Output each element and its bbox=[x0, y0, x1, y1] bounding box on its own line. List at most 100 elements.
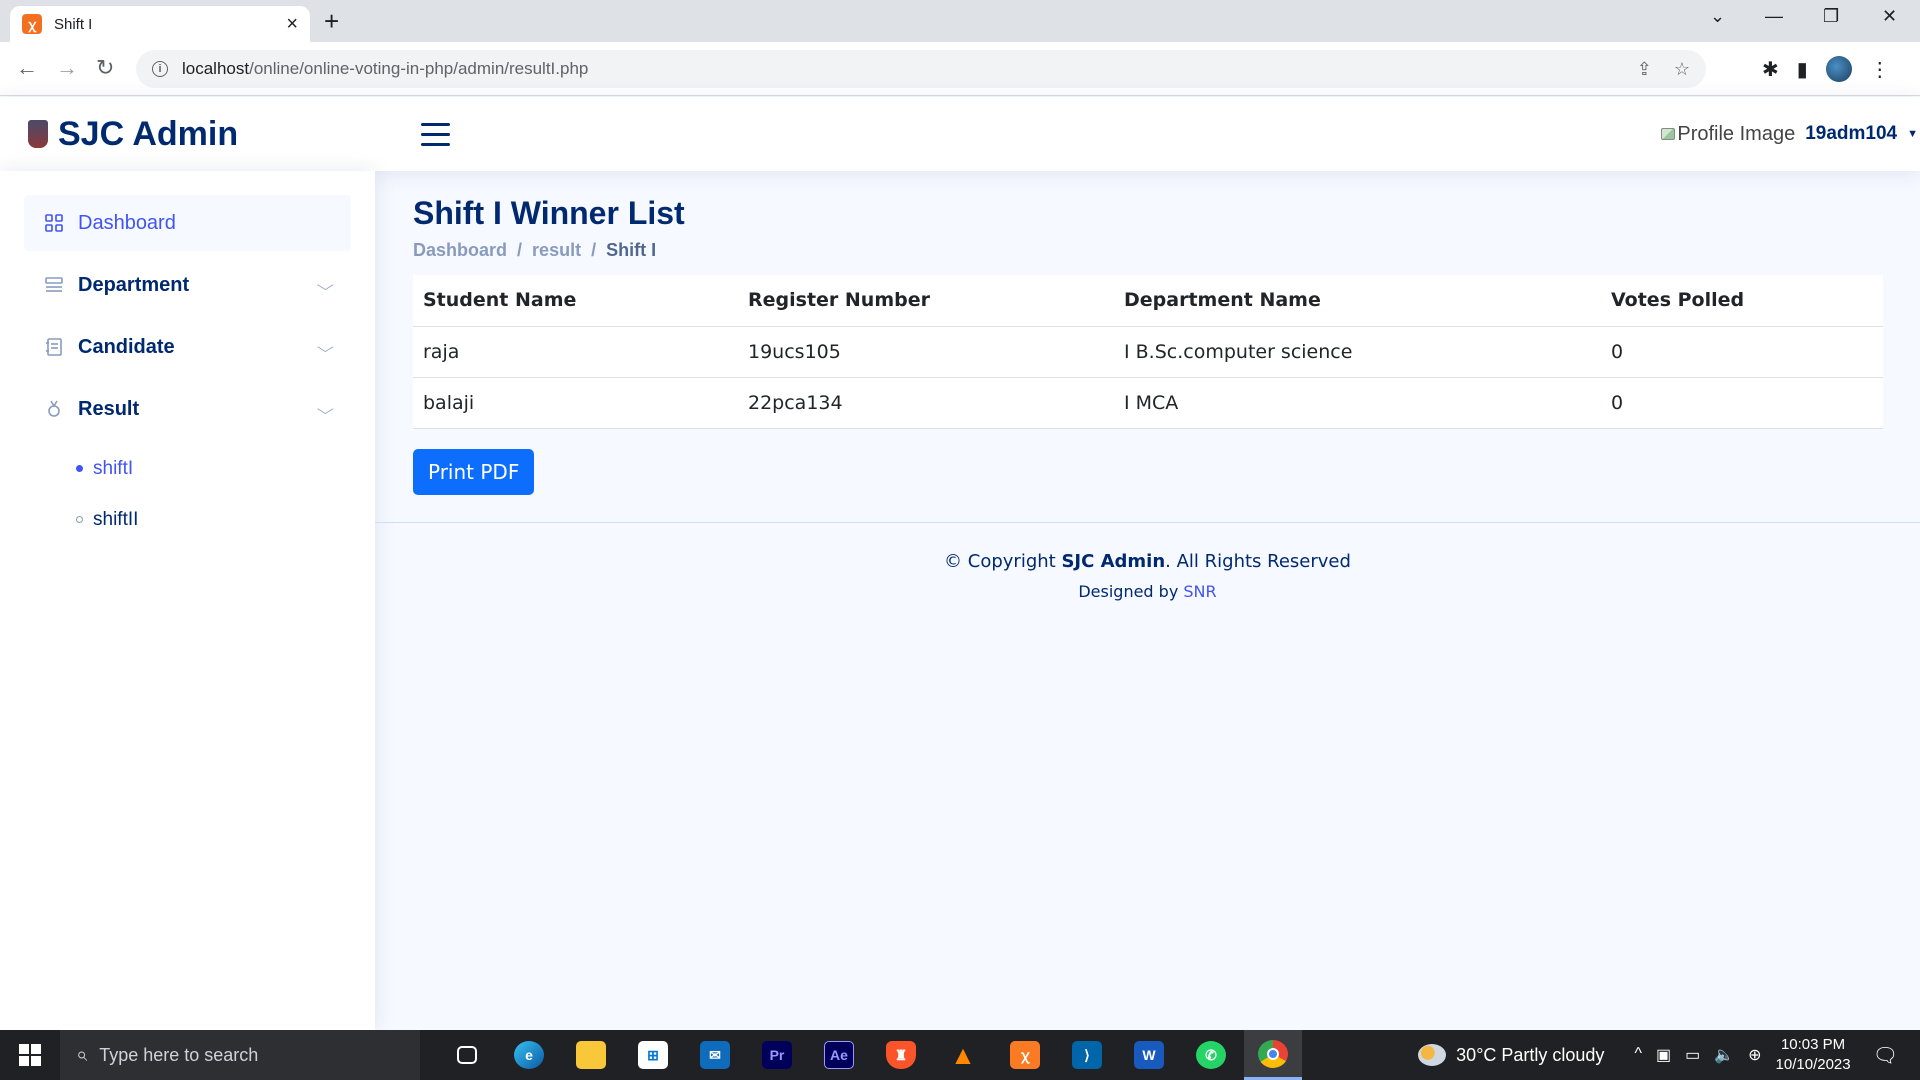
file-explorer-icon[interactable] bbox=[562, 1030, 620, 1080]
windows-start-icon[interactable] bbox=[0, 1030, 60, 1080]
back-icon[interactable]: ← bbox=[16, 54, 38, 82]
network-globe-icon[interactable]: ⊕ bbox=[1748, 1045, 1761, 1065]
sidebar-item-candidate[interactable]: Candidate ⌵ bbox=[24, 319, 351, 375]
tab-title: Shift I bbox=[54, 15, 93, 33]
copyright-prefix: © Copyright bbox=[944, 551, 1056, 572]
chrome-profile-avatar[interactable] bbox=[1825, 56, 1852, 82]
minimize-icon[interactable]: — bbox=[1765, 6, 1783, 27]
partly-cloudy-icon bbox=[1418, 1044, 1447, 1066]
table-row: balaji 22pca134 I MCA 0 bbox=[413, 377, 1883, 429]
bookmark-star-icon[interactable]: ☆ bbox=[1674, 59, 1690, 80]
column-header-student-name: Student Name bbox=[413, 275, 738, 327]
winner-table: Student Name Register Number Department … bbox=[413, 275, 1883, 429]
grid-icon bbox=[44, 213, 64, 233]
footer: © Copyright SJC Admin. All Rights Reserv… bbox=[375, 522, 1920, 601]
brand-logo-link[interactable]: SJC Admin bbox=[28, 115, 388, 154]
microsoft-store-icon[interactable]: ⊞ bbox=[624, 1030, 682, 1080]
new-tab-icon[interactable]: + bbox=[324, 6, 339, 36]
vscode-icon[interactable]: ⟩ bbox=[1058, 1030, 1116, 1080]
breadcrumb-separator: / bbox=[517, 240, 523, 260]
chevron-down-icon: ⌵ bbox=[317, 400, 335, 417]
chevron-up-icon[interactable]: ^ bbox=[1634, 1045, 1642, 1065]
designer-link[interactable]: SNR bbox=[1183, 582, 1216, 601]
breadcrumb-result[interactable]: result bbox=[532, 240, 581, 261]
journal-icon bbox=[44, 337, 64, 357]
profile-image[interactable]: Profile Image bbox=[1661, 123, 1795, 146]
battery-icon[interactable]: ▭ bbox=[1685, 1045, 1700, 1065]
bullet-empty-icon bbox=[76, 516, 83, 523]
reload-icon[interactable]: ↻ bbox=[96, 54, 114, 82]
vlc-icon[interactable]: ▲ bbox=[934, 1030, 992, 1080]
designed-by-label: Designed by bbox=[1078, 582, 1179, 601]
notification-center-icon[interactable]: 🗨 bbox=[1873, 1043, 1898, 1068]
sidebar-subitem-label: shiftII bbox=[93, 508, 139, 530]
url-text: localhost/online/online-voting-in-php/ad… bbox=[182, 59, 588, 79]
brand-title: SJC Admin bbox=[58, 114, 239, 153]
browser-tab[interactable]: ꭓ Shift I × bbox=[10, 6, 310, 42]
profile-username[interactable]: 19adm104 bbox=[1805, 123, 1897, 145]
edge-icon[interactable]: e bbox=[500, 1030, 558, 1080]
url-path: /online/online-voting-in-php/admin/resul… bbox=[249, 59, 589, 78]
word-icon[interactable]: W bbox=[1120, 1030, 1178, 1080]
print-pdf-button[interactable]: Print PDF bbox=[413, 448, 535, 495]
cell-register-number: 22pca134 bbox=[738, 377, 1114, 429]
weather-widget[interactable]: 30°C Partly cloudy bbox=[1418, 1044, 1604, 1066]
premiere-pro-icon[interactable]: Pr bbox=[748, 1030, 806, 1080]
browser-tab-bar: ꭓ Shift I × + ⌄ — ❐ ✕ bbox=[0, 0, 1920, 42]
table-header-row: Student Name Register Number Department … bbox=[413, 275, 1883, 327]
brave-icon[interactable]: ♜ bbox=[872, 1030, 930, 1080]
url-input[interactable]: i localhost/online/online-voting-in-php/… bbox=[136, 50, 1706, 88]
profile-dropdown[interactable]: Profile Image 19adm104 ▼ bbox=[1661, 97, 1920, 171]
chrome-menu-icon[interactable]: ⋮ bbox=[1870, 57, 1890, 82]
mail-icon[interactable]: ✉ bbox=[686, 1030, 744, 1080]
caret-down-icon[interactable]: ▼ bbox=[1907, 128, 1918, 140]
forward-icon[interactable]: → bbox=[56, 54, 78, 82]
chrome-icon[interactable] bbox=[1244, 1030, 1302, 1080]
side-panel-icon[interactable]: ▮ bbox=[1797, 57, 1808, 82]
column-header-votes-polled: Votes Polled bbox=[1601, 275, 1883, 327]
broken-image-icon bbox=[1661, 128, 1676, 140]
cell-department-name: I B.Sc.computer science bbox=[1114, 326, 1601, 378]
sidebar-subitem-shiftII[interactable]: shiftII bbox=[24, 494, 351, 545]
task-view-icon[interactable] bbox=[438, 1030, 496, 1080]
chevron-down-icon: ⌵ bbox=[317, 338, 335, 355]
sidebar-item-label: Candidate bbox=[78, 335, 175, 358]
cell-register-number: 19ucs105 bbox=[738, 326, 1114, 378]
sidebar-subitem-shiftI[interactable]: shiftI bbox=[24, 443, 351, 494]
clock-date: 10/10/2023 bbox=[1775, 1056, 1851, 1073]
tab-close-icon[interactable]: × bbox=[286, 14, 298, 34]
college-logo-icon bbox=[28, 120, 48, 148]
app-header: SJC Admin Profile Image 19adm104 ▼ bbox=[0, 97, 1920, 171]
omnibox-actions: ⇪ ☆ bbox=[1637, 59, 1690, 80]
sidebar-item-department[interactable]: Department ⌵ bbox=[24, 257, 351, 313]
main-content: Shift I Winner List Dashboard / result /… bbox=[413, 171, 1883, 495]
windows-taskbar: ⌕ Type here to search e ⊞ ✉ Pr Ae ♜ ▲ ꭓ … bbox=[0, 1030, 1920, 1080]
tab-search-icon[interactable]: ⌄ bbox=[1710, 6, 1725, 27]
volume-icon[interactable]: 🔈 bbox=[1714, 1045, 1734, 1065]
search-icon: ⌕ bbox=[76, 1043, 88, 1066]
after-effects-icon[interactable]: Ae bbox=[810, 1030, 868, 1080]
whatsapp-icon[interactable]: ✆ bbox=[1182, 1030, 1240, 1080]
meet-icon[interactable]: ▣ bbox=[1656, 1045, 1671, 1065]
extensions-icon[interactable]: ✱ bbox=[1762, 57, 1779, 82]
sidebar-item-label: Result bbox=[78, 397, 140, 420]
clock-time: 10:03 PM bbox=[1780, 1036, 1846, 1053]
restore-icon[interactable]: ❐ bbox=[1823, 6, 1839, 27]
sidebar-item-result[interactable]: Result ⌵ bbox=[24, 381, 351, 437]
column-header-register-number: Register Number bbox=[738, 275, 1114, 327]
sidebar-item-dashboard[interactable]: Dashboard bbox=[24, 195, 351, 251]
taskbar-search-input[interactable]: ⌕ Type here to search bbox=[60, 1030, 420, 1080]
sidebar: Dashboard Department ⌵ Candidate ⌵ Resul… bbox=[0, 171, 375, 1030]
window-close-icon[interactable]: ✕ bbox=[1882, 6, 1897, 27]
xampp-icon[interactable]: ꭓ bbox=[996, 1030, 1054, 1080]
profile-image-alt-text: Profile Image bbox=[1677, 122, 1796, 145]
bullet-filled-icon bbox=[76, 465, 83, 472]
breadcrumb-dashboard[interactable]: Dashboard bbox=[413, 240, 507, 261]
address-bar-row: ← → ↻ i localhost/online/online-voting-i… bbox=[0, 42, 1920, 96]
column-header-department-name: Department Name bbox=[1114, 275, 1601, 327]
hamburger-menu-icon[interactable] bbox=[421, 122, 450, 146]
share-icon[interactable]: ⇪ bbox=[1637, 59, 1652, 80]
clock[interactable]: 10:03 PM 10/10/2023 bbox=[1776, 1035, 1851, 1075]
copyright-suffix: . All Rights Reserved bbox=[1165, 551, 1351, 572]
site-info-icon[interactable]: i bbox=[152, 61, 168, 77]
